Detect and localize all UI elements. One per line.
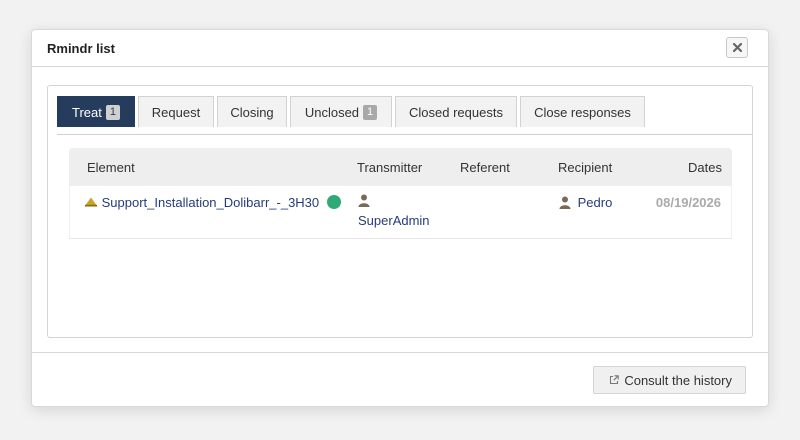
transmitter-cell: SuperAdmin	[358, 194, 430, 228]
user-icon	[358, 194, 430, 210]
tab-treat[interactable]: Treat 1	[57, 96, 135, 127]
transmitter-link[interactable]: SuperAdmin	[358, 213, 430, 228]
warning-triangle-icon	[84, 197, 98, 207]
column-header-recipient[interactable]: Recipient	[558, 160, 612, 175]
user-icon	[559, 195, 575, 210]
tab-label: Closing	[230, 104, 274, 120]
column-header-dates[interactable]: Dates	[688, 160, 722, 175]
reminder-dialog: Rmindr list Treat 1 Request Closing Uncl…	[31, 29, 769, 407]
date-cell: 08/19/2026	[655, 195, 721, 210]
tab-request[interactable]: Request	[138, 96, 214, 127]
column-header-transmitter[interactable]: Transmitter	[357, 160, 422, 175]
close-button[interactable]	[726, 37, 748, 58]
tab-bar: Treat 1 Request Closing Unclosed 1 Close…	[57, 95, 752, 135]
status-dot	[326, 195, 341, 209]
element-name: Support_Installation_Dolibarr_-_3H30	[101, 195, 320, 210]
column-header-referent[interactable]: Referent	[460, 160, 510, 175]
external-link-icon	[610, 375, 620, 385]
recipient-cell: Pedro	[559, 195, 612, 210]
tab-label: Close responses	[534, 104, 631, 120]
dialog-header: Rmindr list	[32, 30, 768, 67]
table-header: Element Transmitter Referent Recipient D…	[69, 148, 732, 186]
table-row: Support_Installation_Dolibarr_-_3H30 Sup…	[69, 186, 732, 239]
tab-close-responses[interactable]: Close responses	[520, 96, 645, 127]
reminder-table: Element Transmitter Referent Recipient D…	[69, 148, 732, 239]
element-link[interactable]: Support_Installation_Dolibarr_-_3H30	[84, 195, 323, 210]
tab-closing[interactable]: Closing	[217, 96, 287, 127]
consult-history-label: Consult the history	[624, 372, 732, 388]
tab-label: Closed requests	[409, 104, 503, 120]
dialog-footer: Consult the history	[32, 352, 768, 406]
tab-unclosed[interactable]: Unclosed 1	[290, 96, 392, 127]
recipient-link[interactable]: Pedro	[578, 195, 613, 210]
tab-closed-requests[interactable]: Closed requests	[395, 96, 517, 127]
column-header-element[interactable]: Element	[87, 160, 135, 175]
tab-label: Unclosed	[304, 104, 360, 120]
tab-label: Request	[151, 104, 201, 120]
consult-history-button[interactable]: Consult the history	[593, 366, 746, 394]
dialog-title: Rmindr list	[47, 41, 115, 56]
tab-count-badge: 1	[363, 104, 378, 120]
close-icon	[732, 43, 742, 52]
reminder-panel: Treat 1 Request Closing Unclosed 1 Close…	[47, 85, 753, 338]
tab-label: Treat	[72, 104, 102, 120]
tab-count-badge: 1	[105, 104, 120, 120]
element-cell: Support_Installation_Dolibarr_-_3H30	[84, 195, 341, 210]
